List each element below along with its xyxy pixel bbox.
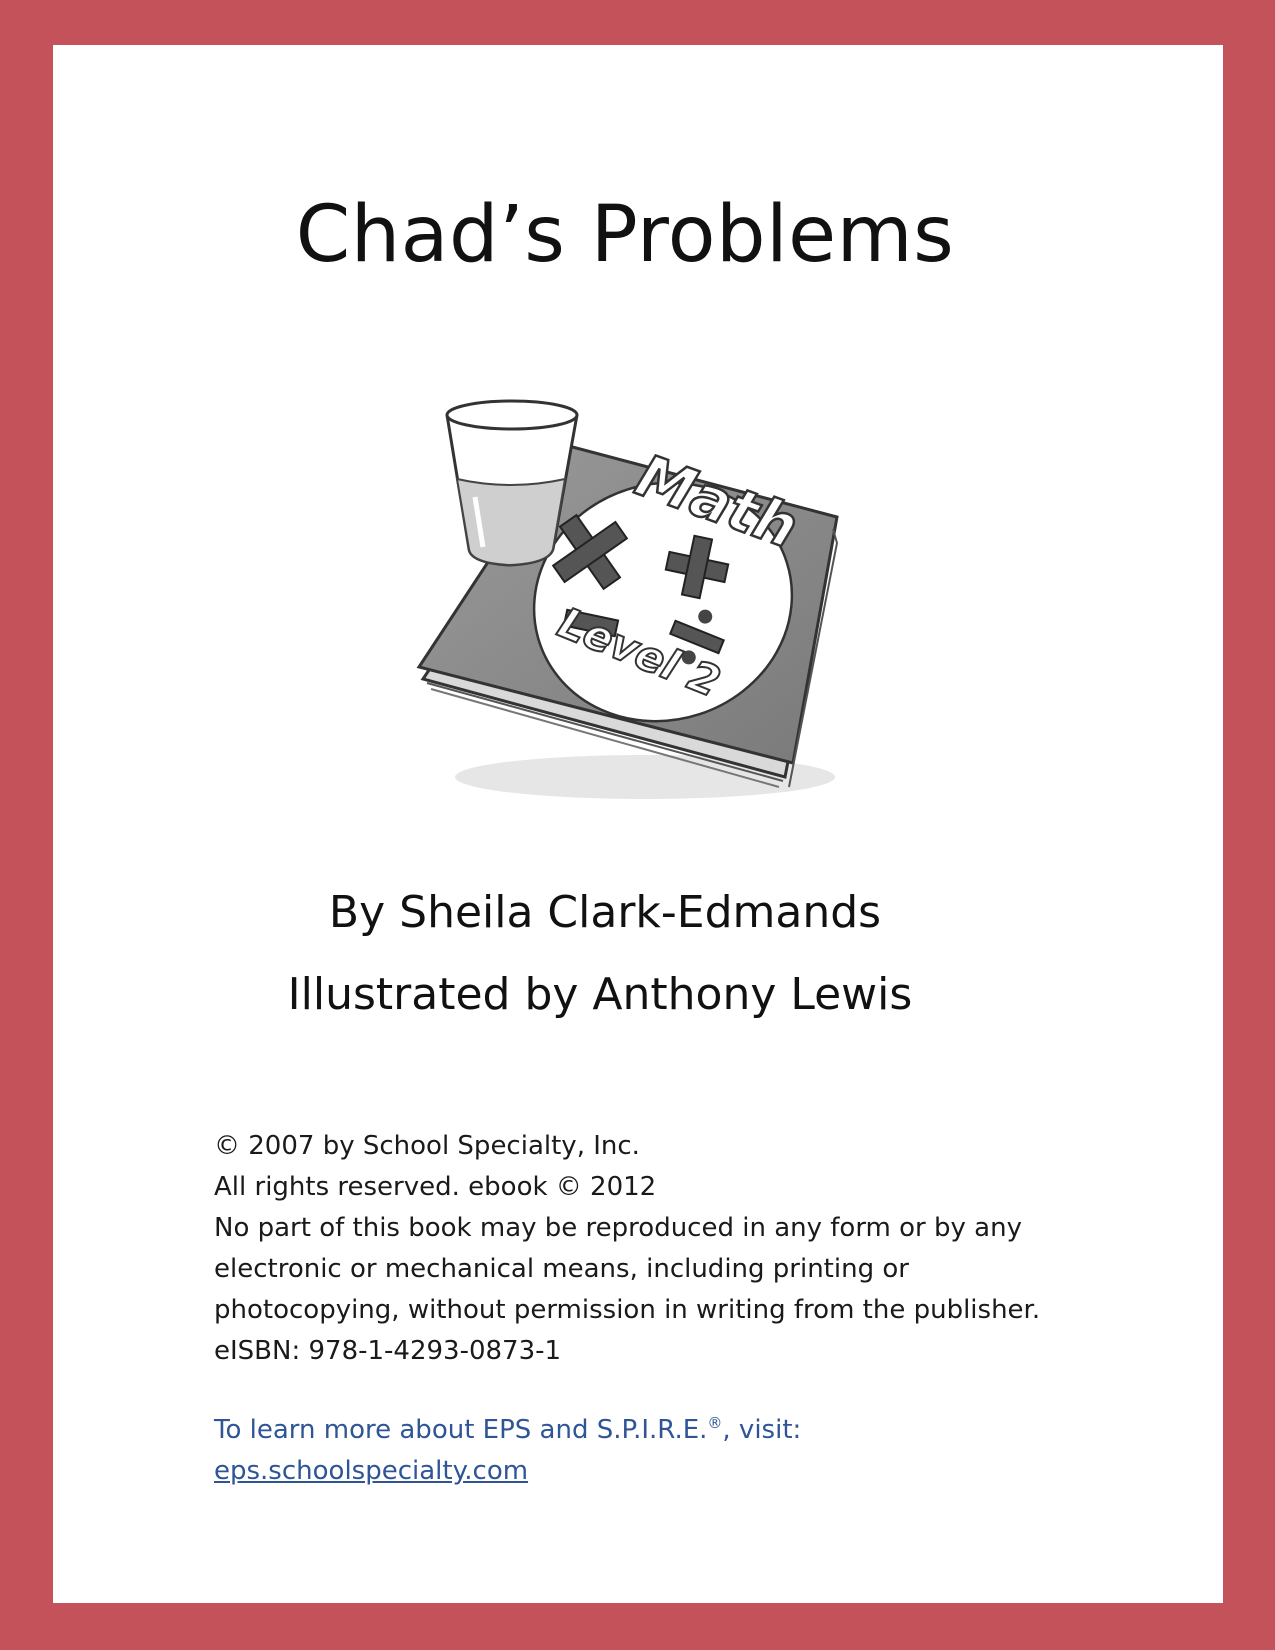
more-info-block: To learn more about EPS and S.P.I.R.E.®,… [214,1403,801,1492]
rights-line: All rights reserved. ebook © 2012 [214,1172,657,1202]
notice-line-1: No part of this book may be reproduced i… [214,1213,1022,1243]
more-info-prefix: To learn more about EPS and S.P.I.R.E. [214,1415,708,1445]
publisher-link[interactable]: eps.schoolspecialty.com [214,1456,528,1486]
notice-line-3: photocopying, without permission in writ… [214,1295,1041,1325]
illustrator-credit: Illustrated by Anthony Lewis [287,969,913,1020]
author-credit: By Sheila Clark-Edmands [328,887,882,938]
copyright-block: © 2007 by School Specialty, Inc. All rig… [214,1126,1040,1372]
isbn-line: eISBN: 978-1-4293-0873-1 [214,1336,562,1366]
math-book-and-glass-illustration: Math Level 2 [416,399,839,799]
book-cover-page: Chad’s Problems Math Level 2 By Sheila C… [53,45,1223,1603]
notice-line-2: electronic or mechanical means, includin… [214,1254,909,1284]
book-title: Chad’s Problems [295,190,955,280]
more-info-text: To learn more about EPS and S.P.I.R.E.®,… [214,1403,801,1451]
more-info-suffix: , visit: [722,1415,802,1445]
copyright-line: © 2007 by School Specialty, Inc. [214,1131,640,1161]
registered-mark: ® [707,1414,723,1432]
